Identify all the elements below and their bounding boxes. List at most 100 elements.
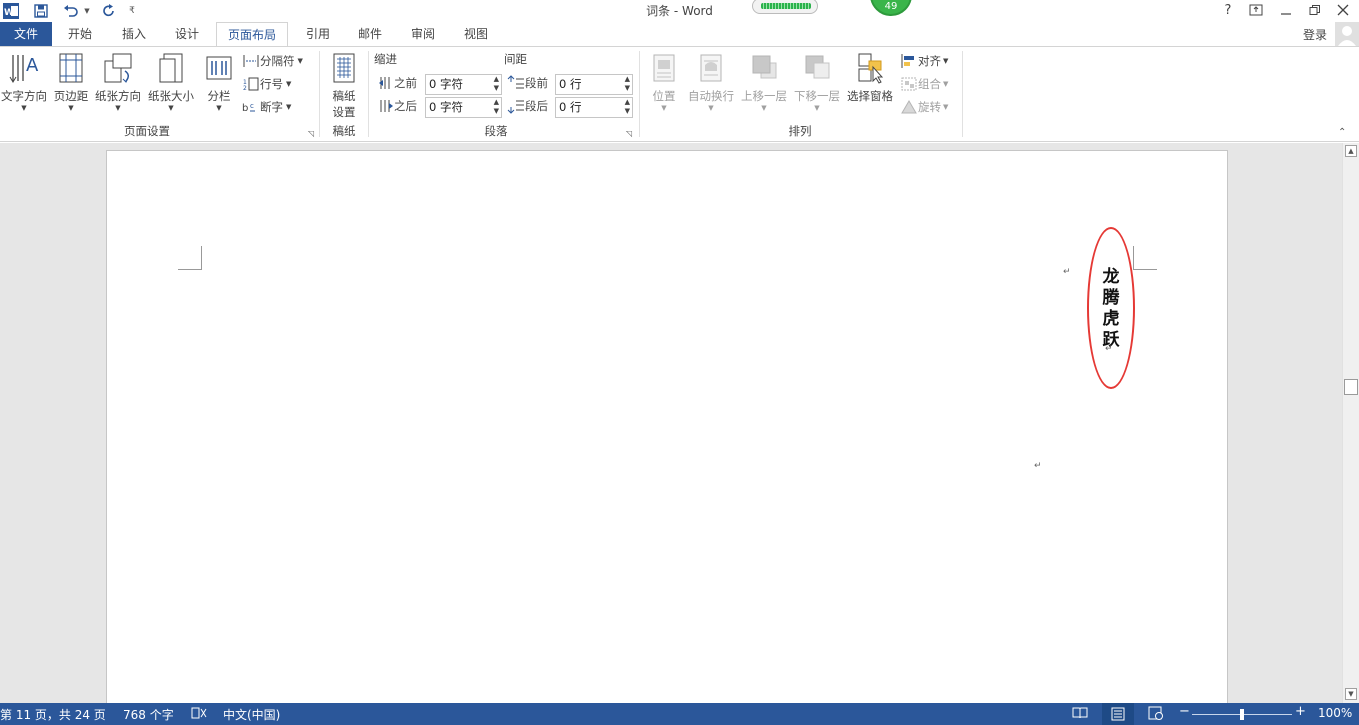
help-button[interactable]: ? (1218, 1, 1238, 19)
network-meter-widget[interactable] (752, 0, 818, 14)
indent-left-input[interactable]: 0 字符 ▲ ▼ (425, 74, 502, 95)
close-icon[interactable] (1333, 1, 1353, 19)
wrap-text-button[interactable]: 自动换行 ▼ (686, 51, 736, 112)
tab-page-layout[interactable]: 页面布局 (216, 22, 288, 47)
language-indicator[interactable]: 中文(中国) (223, 706, 280, 723)
document-page[interactable]: ↵ ↵ 龙腾虎跃 ↵ (106, 150, 1228, 703)
vertical-scrollbar[interactable]: ▲ ▼ (1342, 143, 1359, 703)
chevron-down-icon: ▼ (286, 103, 292, 111)
selection-pane-icon (858, 53, 884, 84)
space-after-input[interactable]: 0 行 ▲ ▼ (555, 97, 633, 118)
spacing-header: 间距 (504, 52, 527, 66)
tab-references[interactable]: 引用 (296, 22, 340, 46)
orientation-button[interactable]: 纸张方向 ▼ (93, 51, 143, 112)
breaks-button[interactable]: 分隔符 ▼ (242, 51, 303, 71)
manuscript-setup-label-line1: 稿纸 (332, 89, 356, 103)
spinner-arrows-icon[interactable]: ▲ ▼ (625, 98, 630, 116)
rotate-label: 旋转 (918, 100, 941, 114)
vertical-text-box[interactable]: 龙腾虎跃 (1100, 267, 1122, 351)
bring-forward-button[interactable]: 上移一层 ▼ (739, 51, 789, 112)
space-after-label: 段后 (507, 96, 548, 116)
tab-mailings[interactable]: 邮件 (348, 22, 392, 46)
align-icon (901, 54, 914, 68)
print-layout-icon (1111, 707, 1125, 721)
zoom-out-button[interactable]: − (1179, 704, 1190, 719)
line-numbers-button[interactable]: 12 行号 ▼ (242, 74, 291, 94)
scroll-thumb[interactable] (1344, 379, 1358, 395)
wrap-text-label: 自动换行 (688, 89, 734, 103)
spinner-arrows-icon[interactable]: ▲ ▼ (625, 75, 630, 93)
paragraph-dialog-launcher-icon[interactable]: ◹ (626, 129, 632, 138)
line-numbers-icon: 12 (243, 77, 259, 92)
position-button[interactable]: 位置 ▼ (646, 51, 682, 112)
ribbon-display-options-icon[interactable] (1246, 1, 1266, 19)
restore-icon[interactable] (1305, 1, 1325, 19)
tab-home[interactable]: 开始 (58, 22, 102, 46)
indent-right-label: 之后 (378, 96, 417, 116)
proofing-icon[interactable] (191, 706, 207, 723)
collapse-ribbon-icon[interactable]: ⌃ (1338, 127, 1346, 138)
indent-left-label: 之前 (378, 73, 417, 93)
chevron-down-icon: ▼ (21, 104, 27, 112)
rotate-icon (901, 100, 917, 114)
text-direction-icon: A (9, 55, 39, 83)
selection-pane-button[interactable]: 选择窗格 (845, 51, 895, 104)
paragraph-mark: ↵ (1105, 344, 1113, 354)
svg-text:c: c (250, 102, 254, 110)
minimize-icon[interactable] (1276, 1, 1296, 19)
margin-crop-mark-left (178, 246, 202, 270)
chevron-down-icon: ▼ (943, 80, 949, 88)
hyphenation-button[interactable]: bc 断字 ▼ (242, 97, 291, 117)
chevron-down-icon: ▼ (297, 57, 303, 65)
manuscript-setup-button[interactable]: 稿纸 设置 (324, 51, 364, 120)
tab-view[interactable]: 视图 (454, 22, 498, 46)
columns-button[interactable]: 分栏 ▼ (202, 51, 236, 112)
arrange-group-label: 排列 (788, 124, 812, 138)
indent-right-value: 0 字符 (429, 100, 463, 114)
indent-left-value: 0 字符 (429, 77, 463, 91)
space-before-input[interactable]: 0 行 ▲ ▼ (555, 74, 633, 95)
columns-icon (206, 56, 232, 80)
margins-button[interactable]: 页边距 ▼ (52, 51, 90, 112)
web-layout-icon[interactable] (1148, 706, 1164, 723)
group-button[interactable]: 组合 ▼ (900, 74, 948, 94)
zoom-slider-thumb[interactable] (1240, 709, 1244, 720)
size-button[interactable]: 纸张大小 ▼ (146, 51, 196, 112)
indent-after-label: 之后 (394, 99, 417, 113)
chevron-down-icon: ▼ (68, 104, 74, 112)
chevron-down-icon: ▼ (115, 104, 121, 112)
read-mode-icon[interactable] (1072, 706, 1088, 723)
word-count[interactable]: 768 个字 (123, 706, 174, 723)
print-layout-button[interactable] (1102, 703, 1134, 725)
chevron-down-icon: ▼ (708, 104, 714, 112)
text-direction-button[interactable]: A 文字方向 ▼ (0, 51, 48, 112)
chevron-down-icon: ▼ (943, 103, 949, 111)
zoom-slider[interactable] (1192, 709, 1292, 720)
document-area[interactable]: ↵ ↵ 龙腾虎跃 ↵ (0, 143, 1342, 703)
chevron-down-icon: ▼ (814, 104, 820, 112)
avatar[interactable] (1335, 22, 1359, 46)
zoom-in-button[interactable]: + (1295, 704, 1306, 719)
tab-insert[interactable]: 插入 (112, 22, 156, 46)
send-backward-button[interactable]: 下移一层 ▼ (792, 51, 842, 112)
page-setup-dialog-launcher-icon[interactable]: ◹ (308, 129, 314, 138)
rotate-button[interactable]: 旋转 ▼ (900, 97, 948, 117)
scroll-down-icon[interactable]: ▼ (1345, 688, 1357, 700)
indent-right-input[interactable]: 0 字符 ▲ ▼ (425, 97, 502, 118)
zoom-level[interactable]: 100% (1318, 706, 1352, 720)
group-separator (319, 51, 320, 137)
scroll-up-icon[interactable]: ▲ (1345, 145, 1357, 157)
align-button[interactable]: 对齐 ▼ (900, 51, 948, 71)
margins-icon (59, 53, 83, 83)
position-icon (653, 54, 675, 82)
spinner-arrows-icon[interactable]: ▲ ▼ (494, 98, 499, 116)
tab-design[interactable]: 设计 (165, 22, 209, 46)
tab-review[interactable]: 审阅 (401, 22, 445, 46)
sign-in-link[interactable]: 登录 (1303, 26, 1327, 43)
spinner-arrows-icon[interactable]: ▲ ▼ (494, 75, 499, 93)
page-count[interactable]: 第 11 页，共 24 页 (0, 706, 106, 723)
tab-file[interactable]: 文件 (0, 22, 52, 46)
indent-before-label: 之前 (394, 76, 417, 90)
send-backward-label: 下移一层 (794, 89, 840, 103)
orientation-icon (104, 53, 132, 83)
